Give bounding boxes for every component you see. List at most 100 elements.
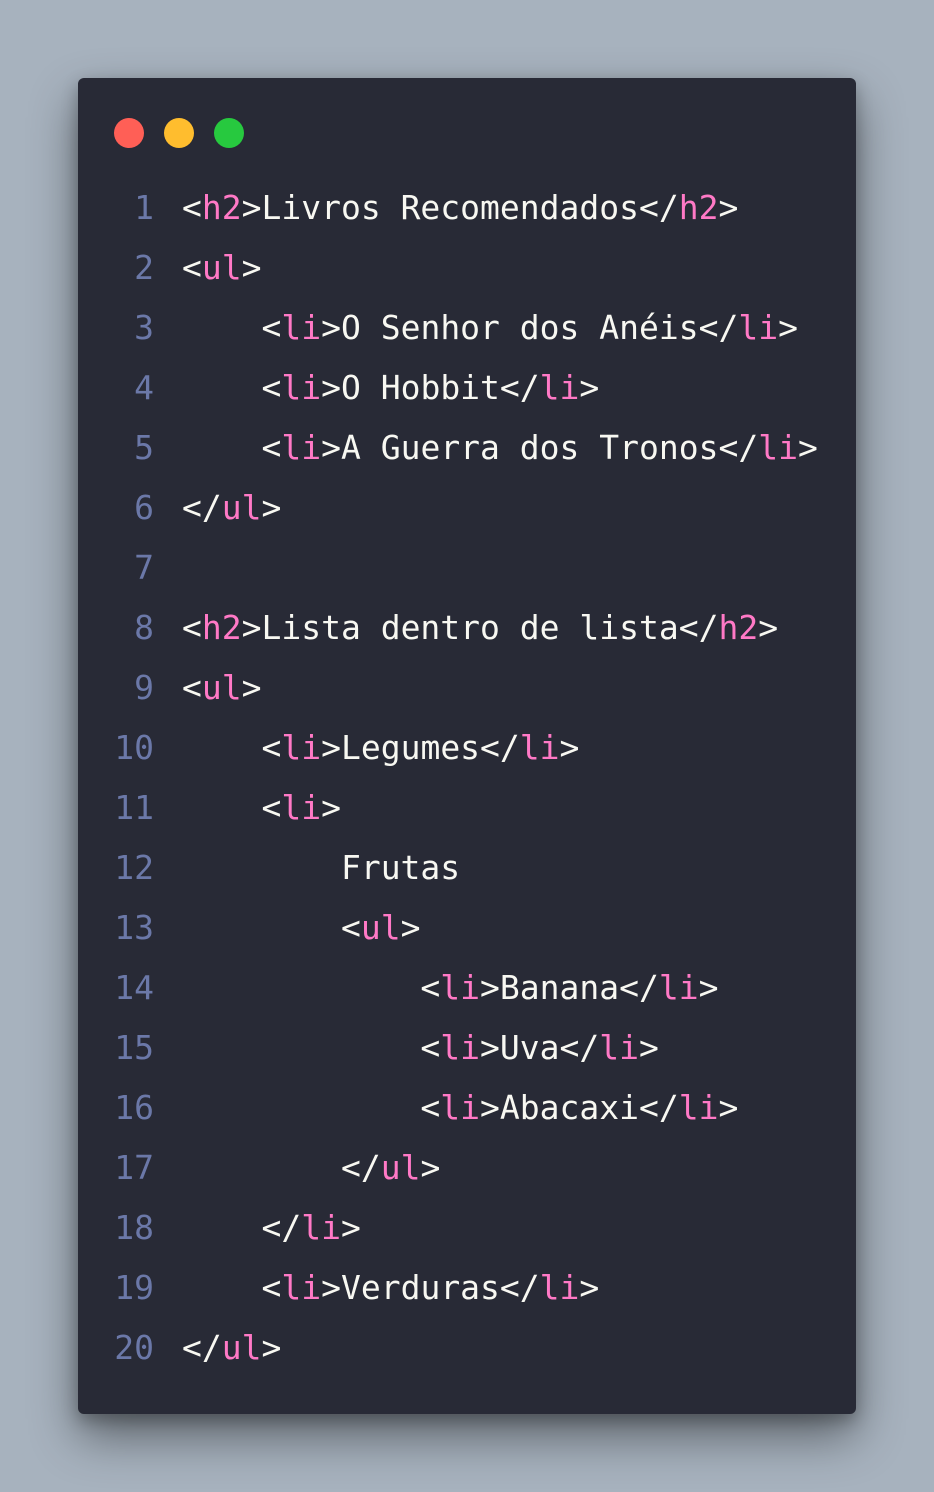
code-token: > [639, 1028, 659, 1067]
tag-name: li [758, 428, 798, 467]
code-window: 1 <h2>Livros Recomendados</h2> 2 <ul> 3 <li>… [78, 78, 856, 1414]
code-line: 9 <ul> [78, 658, 856, 718]
code-token: < [420, 1028, 441, 1067]
code-text: <li>Abacaxi</li> [182, 1078, 738, 1138]
tag-name: ul [221, 488, 262, 527]
code-token: >O Hobbit</ [321, 368, 540, 407]
code-line: 8 <h2>Lista dentro de lista</h2> [78, 598, 856, 658]
line-number: 1 [134, 188, 154, 227]
tag-name: li [738, 308, 779, 347]
tag-name: h2 [201, 188, 242, 227]
code-token: > [420, 1148, 441, 1187]
code-token: >Verduras</ [321, 1268, 540, 1307]
line-number: 16 [114, 1088, 154, 1127]
code-line: 17 </ul> [78, 1138, 856, 1198]
tag-name: li [281, 728, 322, 767]
code-token: > [698, 968, 719, 1007]
line-number: 5 [134, 428, 154, 467]
line-number: 6 [134, 488, 154, 527]
code-line: 13 <ul> [78, 898, 856, 958]
line-number: 3 [134, 308, 154, 347]
line-number: 14 [114, 968, 154, 1007]
code-token: < [261, 308, 282, 347]
code-token: > [241, 668, 262, 707]
line-number: 10 [114, 728, 154, 767]
tag-name: h2 [718, 608, 759, 647]
code-token: < [261, 368, 282, 407]
line-number: 11 [114, 788, 154, 827]
minimize-dot-icon[interactable] [164, 118, 194, 148]
code-token: >Banana</ [480, 968, 659, 1007]
code-token: > [321, 788, 341, 827]
line-number: 2 [134, 248, 154, 287]
tag-name: li [539, 1268, 580, 1307]
code-text: <h2>Lista dentro de lista</h2> [182, 598, 778, 658]
code-token: < [420, 968, 441, 1007]
tag-name: ul [380, 1148, 421, 1187]
code-line: 2 <ul> [78, 238, 856, 298]
tag-name: li [281, 788, 322, 827]
maximize-dot-icon[interactable] [214, 118, 244, 148]
code-text: <li>O Hobbit</li> [182, 358, 599, 418]
code-line: 4 <li>O Hobbit</li> [78, 358, 856, 418]
code-token: > [559, 728, 580, 767]
line-number: 7 [134, 548, 154, 587]
code-text: <li>O Senhor dos Anéis</li> [182, 298, 797, 358]
code-line: 11 <li> [78, 778, 856, 838]
code-line: 19 <li>Verduras</li> [78, 1258, 856, 1318]
line-number: 15 [114, 1028, 154, 1067]
line-number: 9 [134, 668, 154, 707]
close-dot-icon[interactable] [114, 118, 144, 148]
code-text: </ul> [182, 1318, 281, 1378]
code-token: >Livros Recomendados</ [241, 188, 679, 227]
tag-name: li [539, 368, 580, 407]
code-text: <li> [182, 778, 341, 838]
code-text: <li>Banana</li> [182, 958, 718, 1018]
code-line: 10 <li>Legumes</li> [78, 718, 856, 778]
line-number: 17 [114, 1148, 154, 1187]
code-token: >Abacaxi</ [480, 1088, 679, 1127]
code-line: 20 </ul> [78, 1318, 856, 1378]
tag-name: li [440, 968, 481, 1007]
code-token: >A Guerra dos Tronos</ [321, 428, 759, 467]
code-token: < [182, 248, 202, 287]
tag-name: li [599, 1028, 640, 1067]
code-line: 18 </li> [78, 1198, 856, 1258]
code-text: </ul> [182, 478, 281, 538]
tag-name: ul [360, 908, 401, 947]
code-line: 15 <li>Uva</li> [78, 1018, 856, 1078]
code-token: > [579, 1268, 600, 1307]
code-token: > [241, 248, 262, 287]
tag-name: li [440, 1028, 481, 1067]
line-number: 18 [114, 1208, 154, 1247]
code-text: <li>Legumes</li> [182, 718, 579, 778]
code-token: Frutas [340, 848, 461, 887]
tag-name: li [658, 968, 699, 1007]
code-line: 16 <li>Abacaxi</li> [78, 1078, 856, 1138]
tag-name: ul [221, 1328, 262, 1367]
code-token: > [261, 488, 282, 527]
tag-name: h2 [678, 188, 719, 227]
code-text: <li>Uva</li> [182, 1018, 659, 1078]
line-number: 12 [114, 848, 154, 887]
code-token: < [261, 728, 282, 767]
code-token: > [797, 428, 818, 467]
tag-name: li [519, 728, 560, 767]
line-number: 20 [114, 1328, 154, 1367]
code-line: 14 <li>Banana</li> [78, 958, 856, 1018]
code-text: <li>A Guerra dos Tronos</li> [182, 418, 818, 478]
code-text: </li> [182, 1198, 360, 1258]
code-token: < [420, 1088, 441, 1127]
line-number: 19 [114, 1268, 154, 1307]
tag-name: li [440, 1088, 481, 1127]
